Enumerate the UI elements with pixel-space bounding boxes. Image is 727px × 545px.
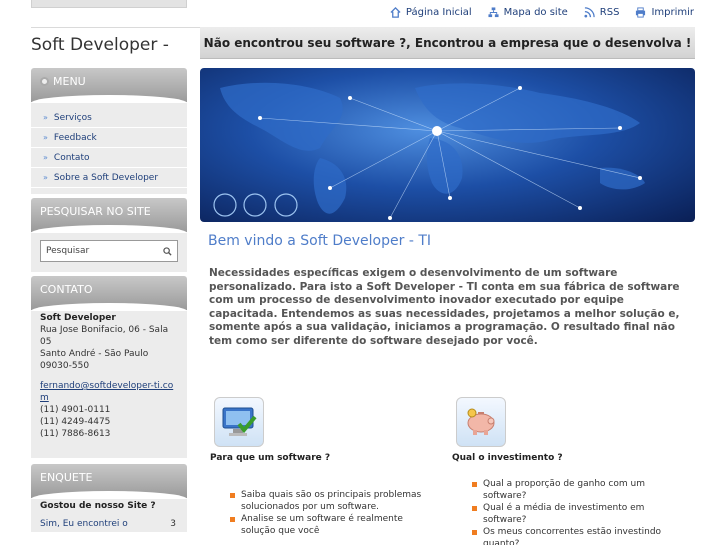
menu-item-feedback[interactable]: » Feedback [31, 128, 187, 148]
rss-link-label: RSS [599, 7, 620, 18]
header-box [31, 0, 187, 8]
contact-zip: 09030-550 [40, 361, 90, 371]
list-item[interactable]: Qual é a média de investimento em softwa… [469, 502, 669, 526]
print-link-label: Imprimir [651, 7, 694, 18]
feature-investment: Qual o investimento ? Qual a proporção d… [452, 397, 692, 545]
world-map-graphic [213, 82, 645, 220]
menu-item-label: Serviços [53, 112, 92, 123]
contact-city: Santo André - São Paulo [40, 349, 149, 359]
top-links: Página Inicial Mapa do site RSS Imprimir [390, 7, 694, 18]
home-link[interactable]: Página Inicial [390, 7, 472, 18]
home-link-label: Página Inicial [405, 7, 472, 18]
menu-item-servicos[interactable]: » Serviços [31, 108, 187, 128]
poll-panel: Gostou de nosso Site ? Sim, Eu encontrei… [31, 498, 187, 532]
piggy-bank-icon[interactable] [456, 397, 506, 447]
contact-title: CONTATO [40, 283, 93, 296]
feature-list: Qual a proporção de ganho com um softwar… [469, 478, 669, 545]
intro-text: Necessidades específicas exigem o desenv… [209, 267, 680, 347]
poll-option-label: Sim, Eu encontrei o [40, 519, 128, 529]
search-header: PESQUISAR NO SITE [31, 198, 187, 233]
poll-option-count: 3 [170, 519, 176, 529]
menu-item-contato[interactable]: » Contato [31, 148, 187, 168]
contact-phone: (11) 4249-4475 [40, 417, 111, 427]
rss-link[interactable]: RSS [584, 7, 620, 18]
poll-option[interactable]: Sim, Eu encontrei o 3 [40, 518, 178, 530]
menu-list: » Serviços » Feedback » Contato » Sobre a So… [31, 102, 187, 194]
contact-phone: (11) 7886-8613 [40, 429, 111, 439]
site-title[interactable]: Soft Developer - [31, 35, 169, 55]
sitemap-icon [488, 7, 499, 18]
contact-name: Soft Developer [40, 313, 116, 323]
hero-world-map [200, 68, 695, 222]
feature-software: Para que um software ? Saiba quais são o… [210, 397, 445, 537]
page: Página Inicial Mapa do site RSS Imprimir… [0, 0, 727, 545]
search-panel: Pesquisar [31, 232, 187, 272]
contact-address: Rua Jose Bonifacio, 06 - Sala 05 [40, 325, 169, 347]
list-item[interactable]: Qual a proporção de ganho com um softwar… [469, 478, 669, 502]
contact-panel: Soft Developer Rua Jose Bonifacio, 06 - … [31, 310, 187, 458]
search-title: PESQUISAR NO SITE [40, 205, 151, 218]
home-icon [390, 7, 401, 18]
sitemap-link[interactable]: Mapa do site [488, 7, 568, 18]
print-link[interactable]: Imprimir [635, 7, 694, 18]
chevron-right-icon: » [43, 173, 48, 182]
chevron-right-icon: » [43, 153, 48, 162]
poll-header: ENQUETE [31, 464, 187, 499]
rss-icon [584, 7, 595, 18]
menu-item-label: Sobre a Soft Developer [53, 172, 159, 183]
sidebar: MENU » Serviços » Feedback » Contato » Sobre… [31, 68, 187, 532]
contact-email[interactable]: fernando@softdeveloper-ti.com [40, 380, 178, 404]
computer-check-icon[interactable] [214, 397, 264, 447]
contact-header: CONTATO [31, 276, 187, 311]
chevron-right-icon: » [43, 113, 48, 122]
poll-title: ENQUETE [40, 471, 93, 484]
sitemap-link-label: Mapa do site [503, 7, 568, 18]
poll-question: Gostou de nosso Site ? [40, 501, 156, 511]
feature-title[interactable]: Para que um software ? [210, 453, 445, 463]
contact-phone: (11) 4901-0111 [40, 405, 111, 415]
menu-item-label: Contato [53, 152, 90, 163]
menu-header: MENU [31, 68, 187, 103]
list-item[interactable]: Saiba quais são os principais problemas … [227, 489, 437, 513]
search-placeholder: Pesquisar [46, 246, 90, 256]
feature-list: Saiba quais são os principais problemas … [227, 489, 437, 537]
welcome-heading: Bem vindo a Soft Developer - TI [208, 233, 431, 249]
list-item[interactable]: Analise se um software é realmente soluç… [227, 513, 437, 537]
search-input[interactable]: Pesquisar [40, 240, 178, 262]
menu-circle-icon [40, 77, 49, 86]
print-icon [636, 7, 646, 18]
list-item[interactable]: Os meus concorrentes estão investindo qu… [469, 526, 669, 545]
search-icon[interactable] [163, 246, 172, 256]
menu-item-label: Feedback [53, 132, 97, 143]
feature-title[interactable]: Qual o investimento ? [452, 453, 692, 463]
tagline-banner: Não encontrou seu software ?, Encontrou … [200, 27, 695, 59]
menu-item-sobre[interactable]: » Sobre a Soft Developer [31, 168, 187, 188]
menu-title: MENU [53, 75, 86, 88]
chevron-right-icon: » [43, 133, 48, 142]
